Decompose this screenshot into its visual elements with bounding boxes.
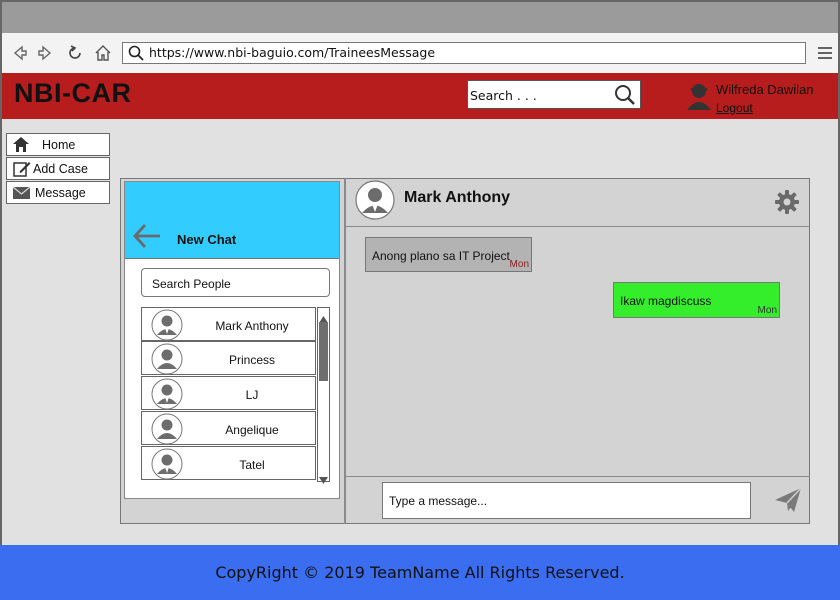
site-search-input[interactable]: Search . . .	[467, 80, 641, 109]
message-bubble-incoming[interactable]: Anong plano sa IT Project Mon	[365, 237, 532, 272]
list-item[interactable]: Angelique	[141, 411, 316, 445]
sidebar-item-label: Add Case	[33, 162, 88, 176]
sidebar-item-message[interactable]: Message	[6, 181, 110, 204]
sidebar-item-label: Message	[35, 186, 86, 200]
site-header: NBI-CAR Search . . . Wilfreda Dawilan Lo…	[0, 73, 840, 119]
new-chat-panel: New Chat Search People Mark Anthony Prin…	[124, 181, 340, 499]
home-icon[interactable]	[92, 42, 114, 64]
people-list-scrollbar[interactable]	[317, 307, 330, 484]
message-day: Mon	[509, 259, 529, 270]
person-avatar-icon	[151, 378, 183, 413]
list-item[interactable]: Mark Anthony	[141, 307, 316, 341]
contact-avatar-icon	[355, 180, 395, 224]
user-name: Wilfreda Dawilan	[716, 82, 814, 97]
address-bar[interactable]: https://www.nbi-baguio.com/TraineesMessa…	[122, 42, 806, 64]
sidebar-item-label: Home	[42, 138, 76, 152]
people-list: Mark Anthony Princess LJ Angelique Tatel	[141, 307, 316, 482]
new-chat-title: New Chat	[177, 232, 237, 247]
chat-contact-name: Mark Anthony	[404, 189, 511, 206]
list-item[interactable]: Tatel	[141, 446, 316, 480]
person-avatar-icon	[151, 309, 183, 344]
site-footer: CopyRight © 2019 TeamName All Rights Res…	[0, 545, 840, 600]
person-name: Tatel	[239, 458, 265, 472]
window-titlebar	[0, 0, 840, 33]
sidebar-item-home[interactable]: Home	[6, 133, 110, 156]
home-icon	[13, 137, 29, 155]
scroll-up-arrow-icon[interactable]	[319, 309, 328, 323]
message-text: Ikaw magdiscuss	[620, 294, 712, 308]
person-name: Angelique	[225, 423, 279, 437]
window-border-left	[0, 119, 2, 545]
search-icon	[128, 45, 144, 67]
person-avatar-icon	[151, 343, 183, 378]
back-arrow-icon[interactable]	[133, 222, 161, 254]
browser-toolbar: https://www.nbi-baguio.com/TraineesMessa…	[0, 33, 840, 73]
user-avatar-icon	[686, 82, 712, 114]
message-text: Anong plano sa IT Project	[372, 249, 510, 263]
person-name: Princess	[228, 353, 275, 367]
settings-gear-icon[interactable]	[774, 189, 800, 219]
back-icon[interactable]	[9, 42, 31, 64]
composer-divider	[346, 476, 810, 477]
person-name: LJ	[245, 388, 259, 402]
sidebar-item-add-case[interactable]: Add Case	[6, 157, 110, 180]
edit-icon	[13, 160, 31, 180]
list-item[interactable]: LJ	[141, 376, 316, 410]
url-text: https://www.nbi-baguio.com/TraineesMessa…	[149, 45, 436, 60]
message-bubble-outgoing[interactable]: Ikaw magdiscuss Mon	[613, 282, 780, 318]
chat-header-divider	[346, 226, 810, 227]
message-day: Mon	[757, 305, 777, 316]
message-input-placeholder: Type a message...	[389, 494, 488, 508]
search-icon[interactable]	[614, 84, 636, 109]
person-avatar-icon	[151, 413, 183, 448]
new-chat-header: New Chat	[125, 182, 339, 259]
search-placeholder: Search . . .	[470, 88, 537, 103]
copyright-text: CopyRight © 2019 TeamName All Rights Res…	[215, 563, 625, 582]
brand-logo[interactable]: NBI-CAR	[14, 78, 132, 109]
envelope-icon	[12, 186, 31, 202]
panel-divider	[344, 178, 346, 524]
send-icon[interactable]	[774, 487, 802, 517]
search-people-placeholder: Search People	[152, 277, 231, 291]
reload-icon[interactable]	[64, 42, 86, 64]
logout-link[interactable]: Logout	[716, 101, 753, 115]
message-input[interactable]: Type a message...	[382, 482, 751, 519]
person-name: Mark Anthony	[215, 319, 289, 333]
hamburger-menu-icon[interactable]	[814, 42, 836, 64]
scroll-thumb[interactable]	[319, 322, 328, 381]
search-people-input[interactable]: Search People	[141, 268, 330, 297]
scroll-down-arrow-icon[interactable]	[319, 470, 328, 484]
forward-icon[interactable]	[34, 42, 56, 64]
list-item[interactable]: Princess	[141, 341, 316, 375]
person-avatar-icon	[151, 448, 183, 483]
